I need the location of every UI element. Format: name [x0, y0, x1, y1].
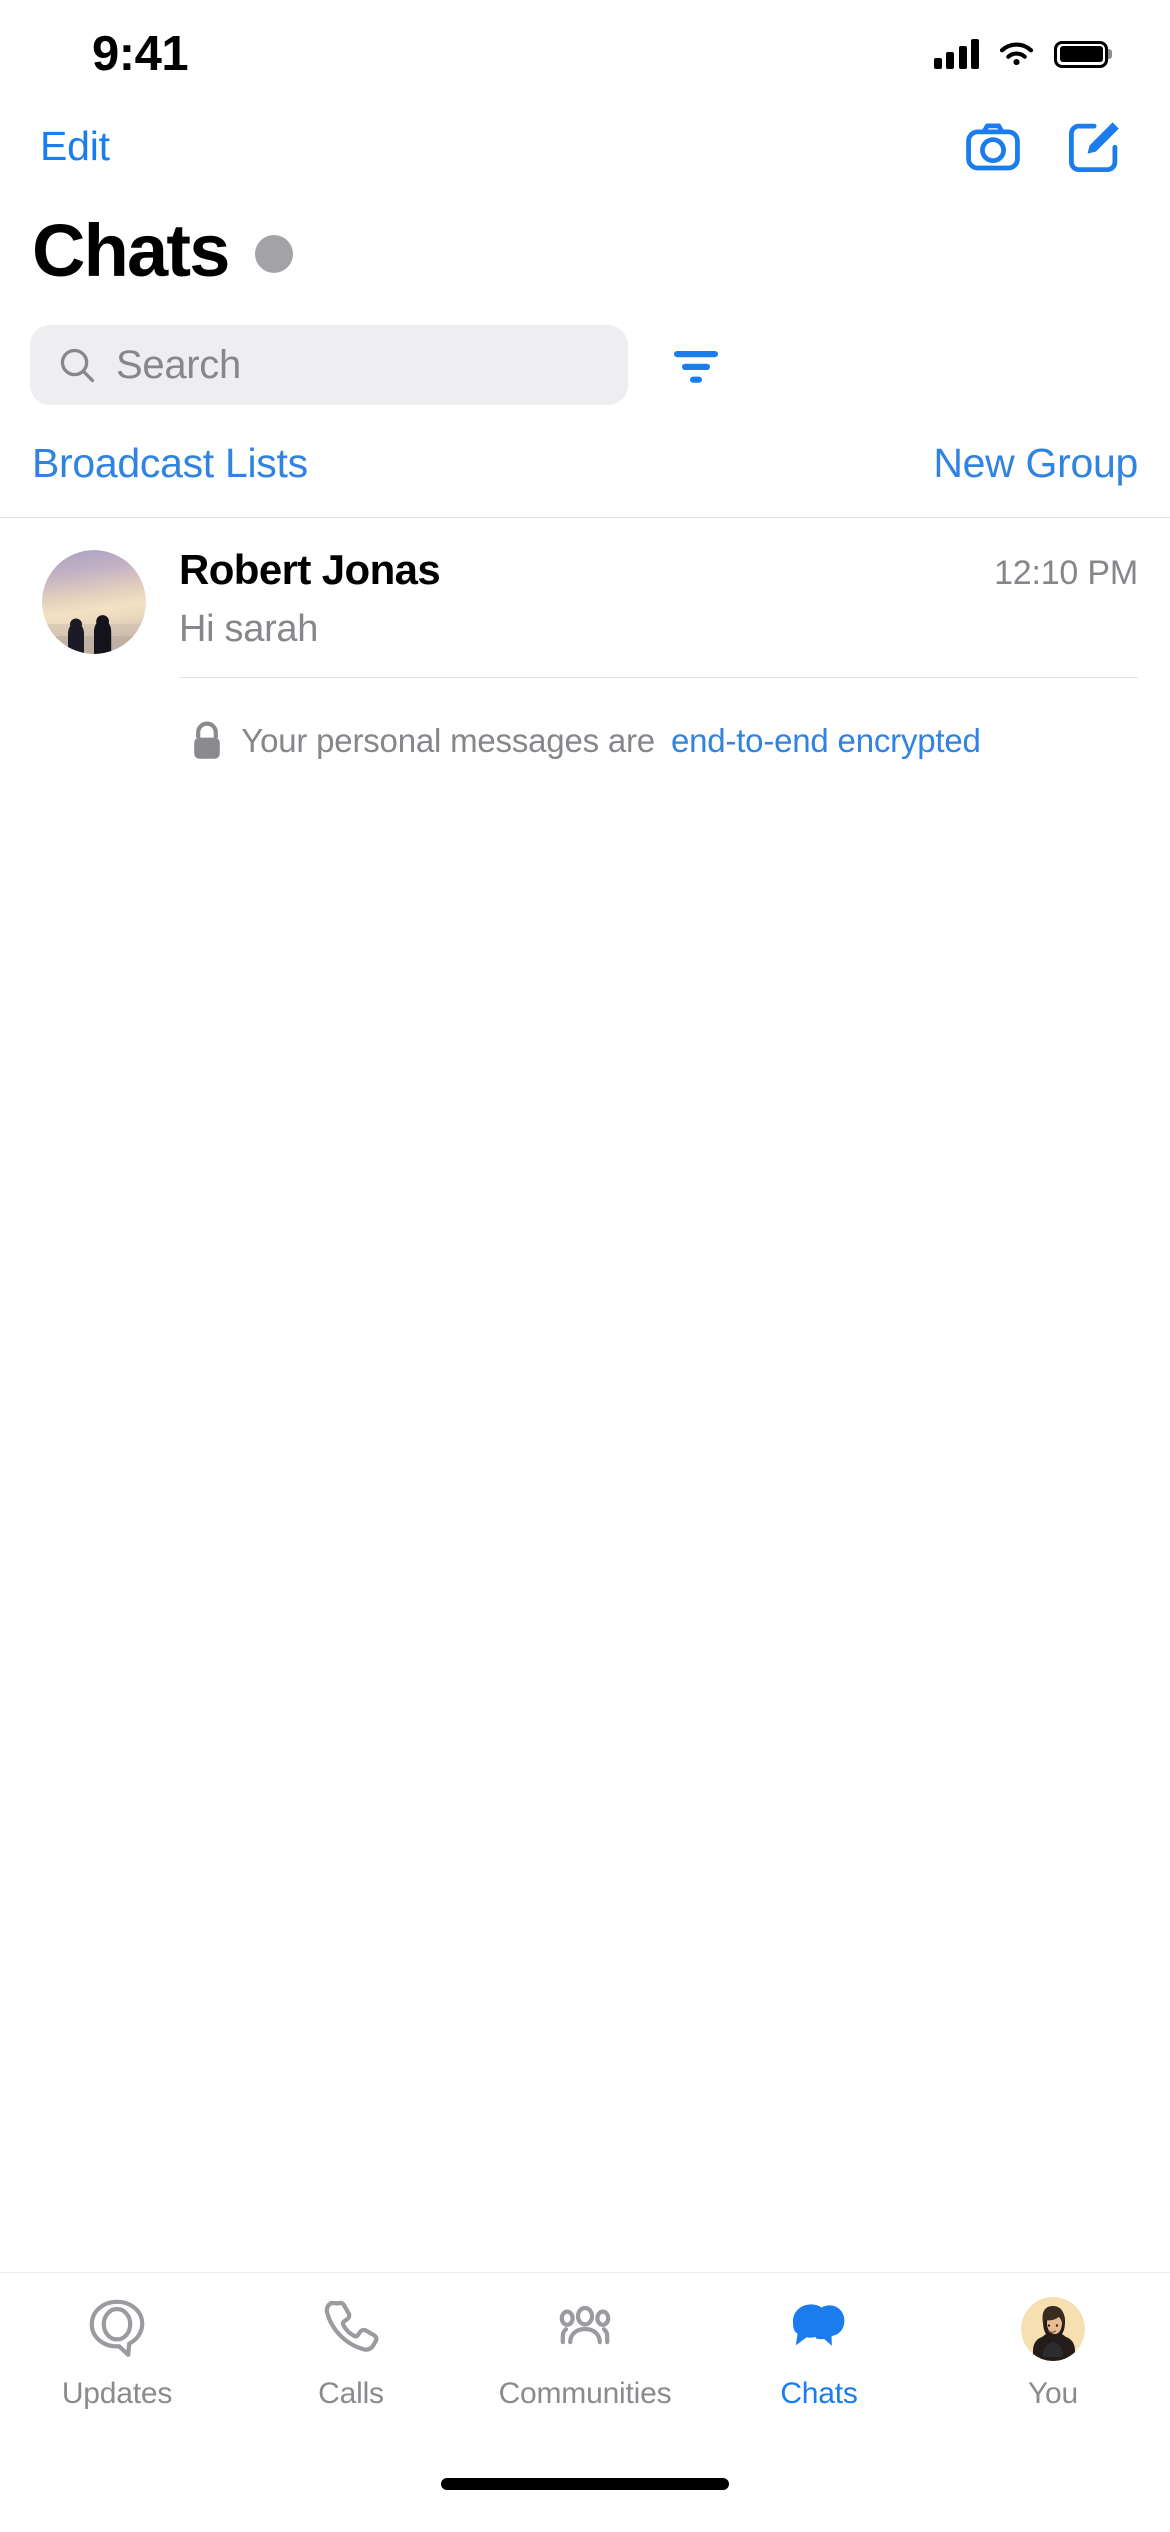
status-bar-icons	[933, 39, 1108, 69]
chat-timestamp: 12:10 PM	[994, 554, 1138, 592]
encryption-learn-more-link[interactable]: end-to-end encrypted	[671, 722, 981, 760]
chat-list: Robert Jonas 12:10 PM Hi sarah	[0, 518, 1170, 678]
communities-people-icon	[551, 2291, 619, 2367]
search-icon	[60, 348, 95, 383]
avatar	[1021, 2297, 1085, 2361]
wifi-icon	[999, 42, 1034, 65]
tab-chats[interactable]: Chats	[724, 2291, 914, 2411]
tab-label-chats: Chats	[780, 2377, 858, 2410]
tab-label-you: You	[1027, 2377, 1079, 2410]
chat-bubbles-icon	[785, 2291, 853, 2367]
status-bar-time: 9:41	[92, 26, 189, 81]
tab-calls[interactable]: Calls	[256, 2291, 446, 2411]
profile-avatar-icon	[1021, 2291, 1085, 2367]
encryption-notice-text: Your personal messages are	[241, 722, 655, 759]
page-title-row: Chats	[0, 192, 1170, 292]
phone-icon	[317, 2291, 385, 2367]
new-group-button[interactable]: New Group	[933, 440, 1138, 487]
navigation-bar: Edit	[0, 100, 1170, 192]
broadcast-lists-button[interactable]: Broadcast Lists	[32, 440, 308, 487]
camera-icon[interactable]	[964, 117, 1022, 175]
search-input[interactable]: Search	[30, 325, 628, 405]
search-row: Search	[0, 292, 1170, 410]
chat-row-content: Robert Jonas 12:10 PM Hi sarah	[179, 546, 1138, 678]
sunset-silhouette-photo	[42, 550, 146, 654]
lock-icon	[194, 721, 221, 759]
home-indicator-area	[0, 2462, 1170, 2532]
chat-message-preview: Hi sarah	[179, 608, 319, 650]
chat-contact-name: Robert Jonas	[179, 546, 441, 593]
app-screen: 9:41 Edit Chats Search Broadcast Lists N…	[0, 0, 1170, 2532]
tab-label-updates: Updates	[61, 2377, 173, 2410]
status-indicator-dot	[254, 235, 293, 273]
filter-button[interactable]	[646, 343, 746, 387]
status-bar: 9:41	[0, 0, 1170, 100]
compose-icon[interactable]	[1066, 117, 1124, 175]
search-placeholder: Search	[116, 342, 241, 387]
tab-you[interactable]: You	[958, 2291, 1148, 2411]
battery-full-icon	[1054, 40, 1108, 68]
page-title: Chats	[32, 209, 230, 292]
tab-label-communities: Communities	[498, 2377, 672, 2410]
nav-actions	[964, 117, 1124, 175]
filter-icon	[674, 351, 718, 383]
cellular-signal-icon	[933, 39, 979, 69]
updates-status-icon	[83, 2291, 151, 2367]
table-row[interactable]: Robert Jonas 12:10 PM Hi sarah	[0, 518, 1170, 678]
chat-row-header: Robert Jonas 12:10 PM	[179, 546, 1138, 594]
tab-updates[interactable]: Updates	[22, 2291, 212, 2411]
quick-actions-row: Broadcast Lists New Group	[0, 410, 1170, 518]
tab-communities[interactable]: Communities	[490, 2291, 680, 2411]
edit-button[interactable]: Edit	[30, 117, 120, 176]
tab-label-calls: Calls	[318, 2377, 384, 2410]
avatar[interactable]	[42, 550, 146, 654]
tab-bar: Updates Calls Communities Chats You	[0, 2272, 1170, 2462]
encryption-notice: Your personal messages are end-to-end en…	[0, 678, 1170, 768]
home-indicator[interactable]	[441, 2478, 729, 2490]
